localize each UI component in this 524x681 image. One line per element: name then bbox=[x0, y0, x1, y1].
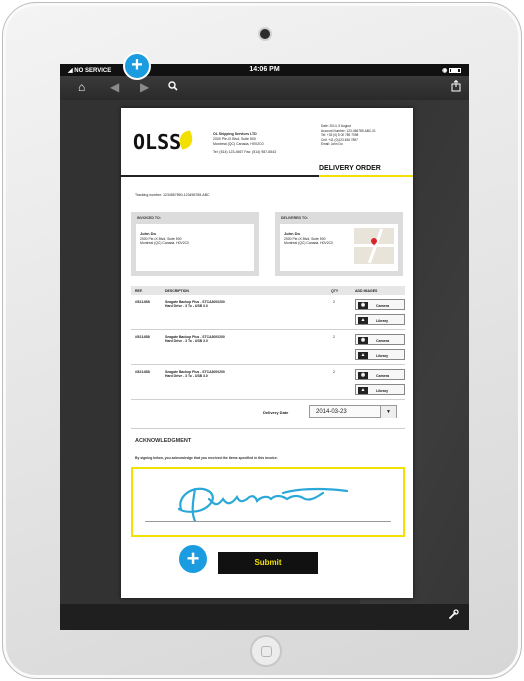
camera-icon: ◉ bbox=[358, 371, 368, 379]
home-button[interactable] bbox=[250, 635, 282, 667]
delivered-to-box: DELIVERED TO: John Do 2000 Pie-IX Blvd, … bbox=[275, 212, 403, 276]
delivery-order-document: OLSS OL Shipping Services LTD 2000 Pie-I… bbox=[121, 108, 413, 598]
signature-line bbox=[145, 521, 391, 522]
bottom-toolbar bbox=[60, 604, 469, 630]
tablet-screen: ◢ NO SERVICE 14:06 PM ◉ ⌂ ◀ ▶ OLSS OL Sh… bbox=[60, 64, 469, 630]
image-library-icon: ▲ bbox=[358, 351, 368, 359]
document-title: DELIVERY ORDER bbox=[319, 165, 381, 172]
camera-button[interactable]: ◉ Camera bbox=[355, 299, 405, 310]
table-row: #521458 Seagate Backup Plus - STCA300020… bbox=[131, 296, 405, 330]
items-table-header: REF. DESCRIPTION QTY ADD IMAGES bbox=[131, 286, 405, 295]
camera-button[interactable]: ◉ Camera bbox=[355, 369, 405, 380]
chevron-down-icon: ▼ bbox=[380, 406, 396, 418]
camera-button[interactable]: ◉ Camera bbox=[355, 334, 405, 345]
header-divider bbox=[121, 175, 319, 177]
delivery-date-select[interactable]: 2014-03-23 ▼ bbox=[309, 405, 397, 418]
tracking-number: Tracking number: 1234567890-123456789-AB… bbox=[135, 193, 210, 197]
add-plus-icon[interactable]: + bbox=[123, 52, 151, 80]
add-plus-icon[interactable]: + bbox=[177, 543, 209, 575]
share-icon[interactable] bbox=[451, 79, 461, 95]
acknowledgment-title: ACKNOWLEDGMENT bbox=[135, 438, 192, 444]
lock-rotation-icon: ◉ bbox=[442, 68, 448, 74]
browser-toolbar: ⌂ ◀ ▶ bbox=[60, 76, 469, 100]
library-button[interactable]: ▲ Library bbox=[355, 314, 405, 325]
wrench-icon[interactable] bbox=[448, 609, 459, 623]
invoiced-to-box: INVOICED TO: John Do 2000 Pie-IX Blvd, S… bbox=[131, 212, 259, 276]
company-logo: OLSS bbox=[133, 130, 182, 154]
front-camera bbox=[260, 29, 270, 39]
library-button[interactable]: ▲ Library bbox=[355, 384, 405, 395]
back-icon[interactable]: ◀ bbox=[110, 80, 119, 94]
home-icon[interactable]: ⌂ bbox=[78, 80, 85, 94]
search-icon[interactable] bbox=[168, 80, 178, 94]
acknowledgment-text: By signing below, you acknowledge that y… bbox=[135, 456, 278, 460]
camera-icon: ◉ bbox=[358, 301, 368, 309]
image-library-icon: ▲ bbox=[358, 386, 368, 394]
battery-indicator: ◉ bbox=[442, 67, 461, 74]
forward-icon[interactable]: ▶ bbox=[140, 80, 149, 94]
camera-icon: ◉ bbox=[358, 336, 368, 344]
header-accent-divider bbox=[319, 175, 413, 177]
company-info: OL Shipping Services LTD 2000 Pie-IX Blv… bbox=[213, 132, 277, 154]
tablet-device: ◢ NO SERVICE 14:06 PM ◉ ⌂ ◀ ▶ OLSS OL Sh… bbox=[2, 2, 522, 679]
library-button[interactable]: ▲ Library bbox=[355, 349, 405, 360]
submit-button[interactable]: Submit bbox=[218, 552, 318, 574]
table-row: #521458 Seagate Backup Plus - STCA300020… bbox=[131, 366, 405, 400]
image-library-icon: ▲ bbox=[358, 316, 368, 324]
delivery-map[interactable] bbox=[354, 228, 394, 264]
signature-pad[interactable] bbox=[131, 467, 405, 537]
section-divider bbox=[131, 428, 405, 429]
signature-stroke bbox=[177, 487, 349, 523]
battery-icon bbox=[449, 67, 461, 73]
status-time: 14:06 PM bbox=[249, 66, 280, 73]
status-bar: ◢ NO SERVICE 14:06 PM ◉ bbox=[60, 64, 469, 76]
table-row: #521458 Seagate Backup Plus - STCA300020… bbox=[131, 331, 405, 365]
delivery-date-label: Delivery Date bbox=[263, 410, 289, 415]
document-meta: Date: 2014, 5 August Account Number: 123… bbox=[321, 124, 376, 146]
